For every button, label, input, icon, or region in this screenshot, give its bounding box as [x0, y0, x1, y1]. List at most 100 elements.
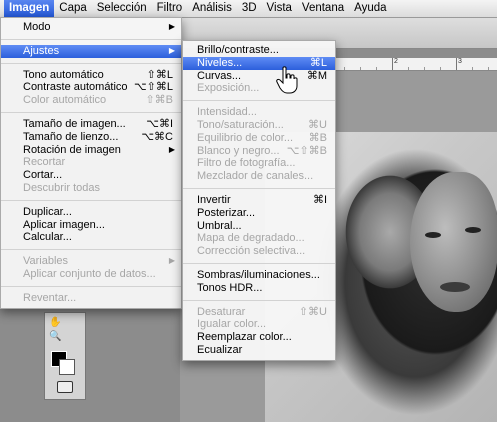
menu-ventana[interactable]: Ventana: [297, 0, 349, 17]
menu-item-label: Aplicar imagen...: [23, 218, 105, 231]
menu-item-reemplazar-color[interactable]: Reemplazar color...: [183, 331, 335, 344]
menu-capa[interactable]: Capa: [54, 0, 92, 17]
ruler-minor-tick: [472, 67, 473, 70]
menu-item-shortcut: ⌘M: [306, 69, 327, 82]
menu-item-shortcut: ⌥⇧⌘B: [286, 144, 327, 157]
submenu-arrow-icon: ▶: [168, 256, 175, 266]
menu-item-label: Desaturar: [197, 305, 246, 318]
menu-item-intensidad: Intensidad...: [183, 106, 335, 119]
photo-lips: [440, 282, 470, 292]
menu-item-label: Exposición...: [197, 82, 260, 95]
menu-item-tono-automatico[interactable]: Tono automático ⇧⌘L: [1, 69, 181, 82]
menu-ayuda[interactable]: Ayuda: [349, 0, 391, 17]
menu-item-desaturar: Desaturar ⇧⌘U: [183, 306, 335, 319]
menu-analisis[interactable]: Análisis: [187, 0, 237, 17]
menu-item-blanco-negro: Blanco y negro... ⌥⇧⌘B: [183, 145, 335, 158]
menu-item-tamano-imagen[interactable]: Tamaño de imagen... ⌥⌘I: [1, 118, 181, 131]
ruler-tick: [456, 58, 457, 70]
menu-item-label: Brillo/contraste...: [197, 44, 279, 56]
menu-item-calcular[interactable]: Calcular...: [1, 231, 181, 244]
menu-item-recortar: Recortar: [1, 156, 181, 169]
menu-item-posterizar[interactable]: Posterizar...: [183, 207, 335, 220]
ruler-minor-tick: [424, 67, 425, 70]
menu-item-label: Calcular...: [23, 231, 72, 244]
menu-item-tamano-lienzo[interactable]: Tamaño de lienzo... ⌥⌘C: [1, 131, 181, 144]
menu-item-reventar: Reventar...: [1, 292, 181, 305]
menu-item-label: Mezclador de canales...: [197, 170, 314, 183]
menu-item-contraste-automatico[interactable]: Contraste automático ⌥⇧⌘L: [1, 81, 181, 94]
ruler-minor-tick: [440, 67, 441, 70]
menu-item-label: Equilibrio de color...: [197, 131, 293, 144]
menu-separator: [1, 111, 181, 113]
menu-item-ajustes[interactable]: Ajustes ▶: [1, 44, 181, 58]
menu-item-invertir[interactable]: Invertir ⌘I: [183, 194, 335, 207]
menu-separator: [1, 249, 181, 251]
menu-item-shortcut: ⇧⌘U: [298, 305, 327, 318]
menu-item-variables: Variables ▶: [1, 255, 181, 268]
menu-item-label: Invertir: [197, 193, 231, 206]
menu-item-aplicar-imagen[interactable]: Aplicar imagen...: [1, 219, 181, 232]
menu-item-duplicar[interactable]: Duplicar...: [1, 206, 181, 219]
menu-item-label: Modo: [23, 21, 51, 33]
tools-panel: ✋ 🔍: [44, 312, 86, 400]
menu-item-shortcut: ⌘B: [308, 131, 327, 144]
menu-item-mezclador-canales: Mezclador de canales...: [183, 170, 335, 183]
quick-mask-icon[interactable]: [57, 381, 73, 393]
menu-item-ecualizar[interactable]: Ecualizar: [183, 344, 335, 357]
imagen-dropdown: Modo ▶ Ajustes ▶ Tono automático ⇧⌘L Contra…: [0, 17, 182, 309]
menu-item-label: Niveles...: [197, 56, 243, 69]
menu-item-label: Tonos HDR...: [197, 281, 263, 294]
ruler-minor-tick: [488, 67, 489, 70]
ajustes-submenu: Brillo/contraste... Niveles... ⌘L Curvas.…: [182, 40, 336, 361]
menu-separator: [183, 100, 335, 102]
menu-item-mapa-degradado: Mapa de degradado...: [183, 232, 335, 245]
menu-item-label: Tono/saturación...: [197, 118, 284, 131]
menu-item-label: Rotación de imagen: [23, 143, 121, 156]
menu-filtro[interactable]: Filtro: [152, 0, 188, 17]
menu-item-rotacion-imagen[interactable]: Rotación de imagen ▶: [1, 144, 181, 157]
menu-item-label: Variables: [23, 255, 69, 268]
menu-item-label: Tono automático: [23, 68, 104, 81]
menu-item-sombras-iluminaciones[interactable]: Sombras/iluminaciones...: [183, 269, 335, 282]
menu-separator: [183, 262, 335, 264]
menu-item-label: Reemplazar color...: [197, 331, 292, 344]
menu-item-label: Recortar: [23, 156, 66, 169]
menu-item-umbral[interactable]: Umbral...: [183, 220, 335, 233]
menu-item-label: Color automático: [23, 94, 107, 107]
menu-vista[interactable]: Vista: [262, 0, 297, 17]
menu-item-label: Duplicar...: [23, 205, 72, 218]
menu-item-modo[interactable]: Modo ▶: [1, 21, 181, 34]
menu-item-label: Blanco y negro...: [197, 144, 280, 157]
menu-seleccion[interactable]: Selección: [92, 0, 152, 17]
menu-item-label: Umbral...: [197, 219, 242, 232]
menu-item-label: Posterizar...: [197, 206, 256, 219]
ruler-minor-tick: [376, 67, 377, 70]
menu-item-niveles[interactable]: Niveles... ⌘L: [183, 56, 335, 70]
menu-item-correccion-selectiva: Corrección selectiva...: [183, 245, 335, 258]
menu-item-label: Ajustes: [23, 44, 60, 57]
menu-item-label: Ecualizar: [197, 343, 243, 356]
menu-item-label: Intensidad...: [197, 106, 257, 119]
menu-item-label: Filtro de fotografía...: [197, 157, 296, 170]
menu-item-cortar[interactable]: Cortar...: [1, 169, 181, 182]
ruler-minor-tick: [344, 67, 345, 70]
menu-separator: [1, 285, 181, 287]
menu-item-label: Descubrir todas: [23, 181, 101, 194]
menu-item-filtro-fotografia: Filtro de fotografía...: [183, 157, 335, 170]
menu-separator: [1, 199, 181, 201]
menu-item-tono-saturacion: Tono/saturación... ⌘U: [183, 119, 335, 132]
menu-imagen[interactable]: Imagen: [4, 0, 55, 17]
menu-item-equilibrio-color: Equilibrio de color... ⌘B: [183, 132, 335, 145]
menu-item-label: Sombras/iluminaciones...: [197, 268, 320, 281]
hand-tool-icon[interactable]: ✋: [49, 317, 81, 329]
menu-item-label: Cortar...: [23, 169, 63, 182]
menu-item-tonos-hdr[interactable]: Tonos HDR...: [183, 282, 335, 295]
background-color-swatch[interactable]: [59, 359, 75, 375]
menu-item-brillo-contraste[interactable]: Brillo/contraste...: [183, 44, 335, 57]
menu-item-shortcut: ⌥⌘I: [146, 117, 173, 130]
menu-item-label: Reventar...: [23, 291, 77, 304]
menu-item-curvas[interactable]: Curvas... ⌘M: [183, 70, 335, 83]
zoom-tool-icon[interactable]: 🔍: [49, 331, 81, 343]
menu-3d[interactable]: 3D: [237, 0, 262, 17]
photo-eye: [465, 227, 481, 233]
